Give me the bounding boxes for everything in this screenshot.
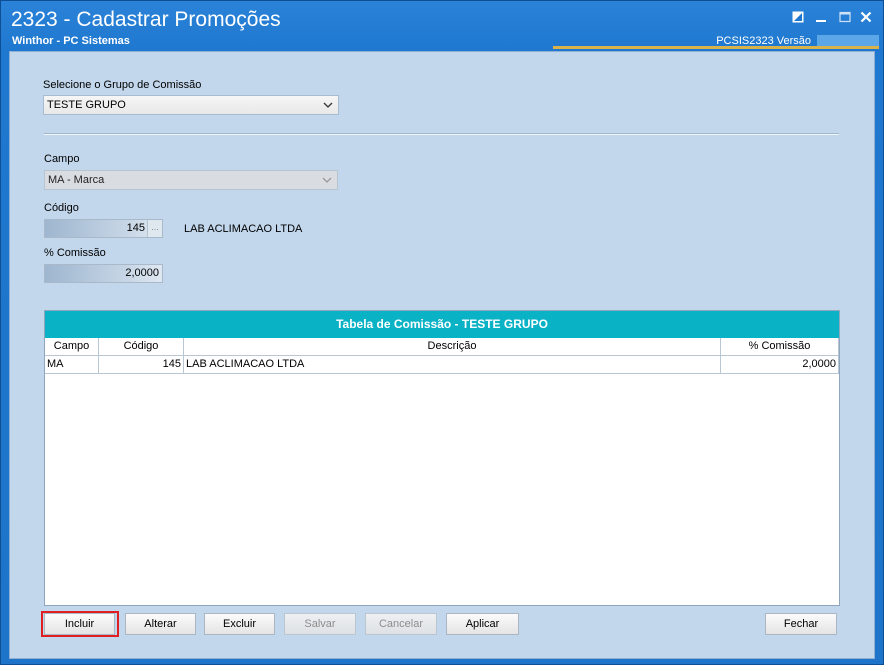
comissao-field[interactable]: 2,0000 xyxy=(44,264,163,283)
excluir-button[interactable]: Excluir xyxy=(204,613,275,635)
campo-select[interactable]: MA - Marca xyxy=(44,170,338,190)
maximize-icon[interactable] xyxy=(837,9,853,25)
comissao-label: % Comissão xyxy=(44,247,106,259)
table-row[interactable]: MA 145 LAB ACLIMACAO LTDA 2,0000 xyxy=(45,356,839,374)
aplicar-button[interactable]: Aplicar xyxy=(446,613,519,635)
cell-campo: MA xyxy=(45,356,99,373)
chevron-down-icon xyxy=(322,177,332,183)
cancelar-button[interactable]: Cancelar xyxy=(365,613,437,635)
codigo-description: LAB ACLIMACAO LTDA xyxy=(184,223,303,235)
codigo-field[interactable]: 145 ... xyxy=(44,219,163,238)
comissao-table: Tabela de Comissão - TESTE GRUPO Campo C… xyxy=(44,310,840,606)
title-bar[interactable]: 2323 - Cadastrar Promoções Winthor - PC … xyxy=(1,1,883,51)
column-header-comissao[interactable]: % Comissão xyxy=(721,338,839,355)
minimize-icon[interactable] xyxy=(813,9,829,25)
alterar-button[interactable]: Alterar xyxy=(125,613,196,635)
grupo-select[interactable]: TESTE GRUPO xyxy=(43,95,339,115)
note-icon[interactable] xyxy=(790,9,806,25)
campo-select-value: MA - Marca xyxy=(48,174,105,186)
close-icon[interactable] xyxy=(858,9,874,25)
column-header-campo[interactable]: Campo xyxy=(45,338,99,355)
app-window: 2323 - Cadastrar Promoções Winthor - PC … xyxy=(0,0,884,665)
cell-codigo: 145 xyxy=(99,356,184,373)
column-header-descricao[interactable]: Descrição xyxy=(184,338,721,355)
main-panel: Selecione o Grupo de Comissão TESTE GRUP… xyxy=(9,51,875,659)
codigo-value: 145 xyxy=(126,222,145,234)
grupo-select-value: TESTE GRUPO xyxy=(47,99,126,111)
chevron-down-icon xyxy=(323,102,333,108)
codigo-label: Código xyxy=(44,202,79,214)
table-title: Tabela de Comissão - TESTE GRUPO xyxy=(45,311,839,338)
comissao-value: 2,0000 xyxy=(125,267,159,279)
column-header-codigo[interactable]: Código xyxy=(99,338,184,355)
divider xyxy=(44,133,839,135)
campo-label: Campo xyxy=(44,153,80,165)
grupo-label: Selecione o Grupo de Comissão xyxy=(43,79,202,91)
window-subtitle: Winthor - PC Sistemas xyxy=(12,35,130,47)
cell-descricao: LAB ACLIMACAO LTDA xyxy=(184,356,721,373)
salvar-button[interactable]: Salvar xyxy=(284,613,356,635)
fechar-button[interactable]: Fechar xyxy=(765,613,837,635)
window-title: 2323 - Cadastrar Promoções xyxy=(11,8,281,31)
incluir-button[interactable]: Incluir xyxy=(44,613,115,635)
title-accent-line xyxy=(553,46,879,49)
cell-comissao: 2,0000 xyxy=(721,356,839,373)
table-header: Campo Código Descrição % Comissão xyxy=(45,338,839,356)
lookup-button[interactable]: ... xyxy=(147,220,162,237)
